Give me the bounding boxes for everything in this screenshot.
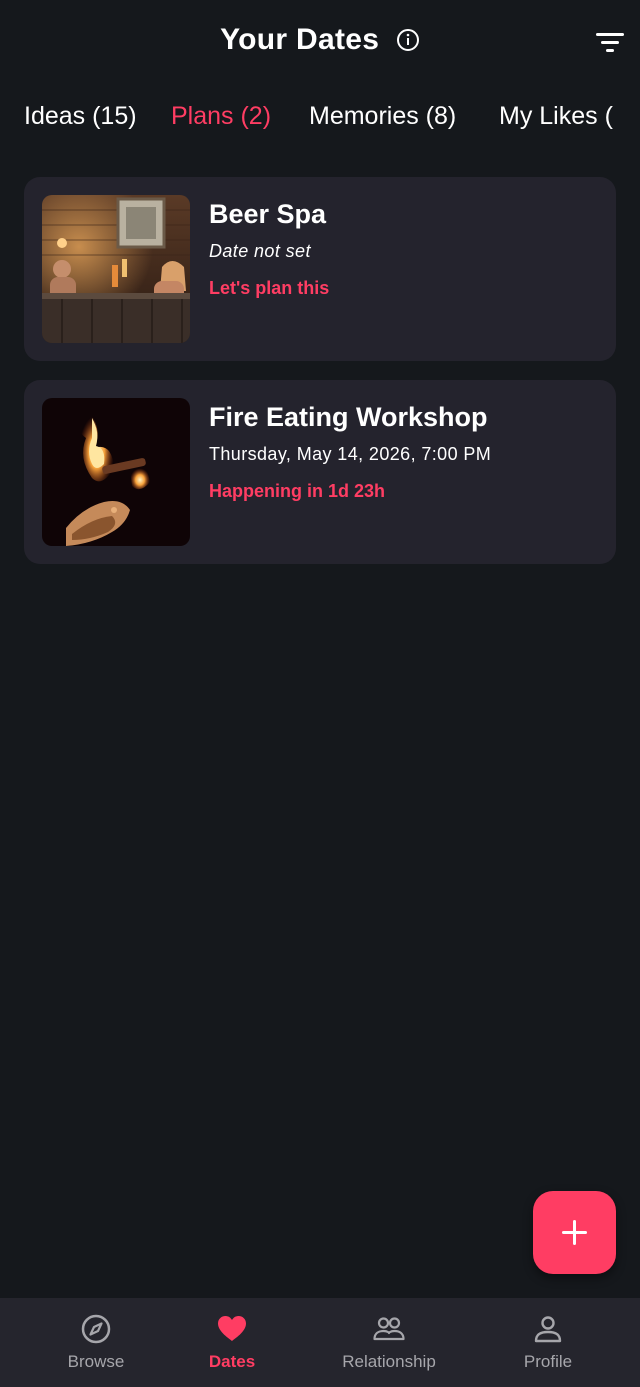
nav-relationship-label: Relationship [342, 1352, 436, 1371]
tab-ideas[interactable]: Ideas (15) [24, 102, 137, 131]
plan-date: Date not set [209, 241, 311, 261]
plus-icon [562, 1220, 587, 1245]
nav-dates[interactable]: Dates [172, 1298, 292, 1387]
nav-profile[interactable]: Profile [488, 1298, 608, 1387]
filter-icon[interactable] [596, 30, 624, 54]
plan-card[interactable]: Fire Eating Workshop Thursday, May 14, 2… [24, 380, 616, 564]
person-icon [534, 1316, 562, 1343]
heart-icon [218, 1316, 246, 1341]
people-icon [373, 1317, 405, 1341]
tab-my-likes[interactable]: My Likes ( [499, 102, 613, 131]
nav-browse-label: Browse [67, 1352, 125, 1371]
page-title-row: Your Dates [0, 22, 640, 57]
beer-spa-image [42, 195, 190, 343]
plan-status-countdown: Happening in 1d 23h [209, 481, 386, 501]
plan-card[interactable]: Beer Spa Date not set Let's plan this [24, 177, 616, 361]
plan-date: Thursday, May 14, 2026, 7:00 PM [209, 444, 492, 464]
plan-title: Beer Spa [209, 199, 327, 229]
plan-status-link[interactable]: Let's plan this [209, 278, 329, 299]
bottom-navigation: Browse Dates Relationship Profile [0, 1298, 640, 1387]
nav-relationship[interactable]: Relationship [324, 1298, 454, 1387]
page-title: Your Dates [220, 23, 380, 57]
fire-eating-image [42, 398, 190, 546]
info-icon[interactable] [396, 28, 420, 52]
nav-profile-label: Profile [523, 1352, 573, 1371]
tab-memories[interactable]: Memories (8) [309, 102, 456, 131]
tab-plans[interactable]: Plans (2) [171, 102, 271, 131]
nav-browse[interactable]: Browse [36, 1298, 156, 1387]
plan-title: Fire Eating Workshop [209, 402, 488, 432]
date-tabs: Ideas (15) Plans (2) Memories (8) My Lik… [0, 96, 640, 142]
compass-icon [81, 1314, 111, 1344]
add-date-button[interactable] [533, 1191, 616, 1274]
nav-dates-label: Dates [208, 1352, 256, 1371]
app-header: Your Dates [0, 0, 640, 84]
